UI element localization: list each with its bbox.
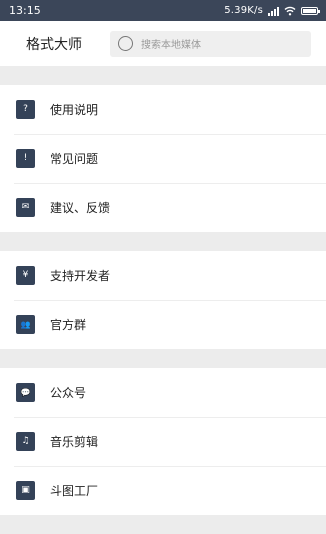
- section-divider: [0, 349, 326, 368]
- menu-item-official-account[interactable]: 💬 公众号: [0, 368, 326, 417]
- wechat-icon: 💬: [16, 383, 35, 402]
- battery-icon: [301, 6, 320, 15]
- menu-item-label: 建议、反馈: [50, 201, 111, 215]
- menu-item-label: 斗图工厂: [50, 484, 99, 498]
- section-divider: [0, 232, 326, 251]
- menu-item-label: 使用说明: [50, 103, 99, 117]
- status-bar: 13:15 5.39K/s: [0, 0, 326, 21]
- section-divider: [0, 515, 326, 534]
- menu-item-label: 支持开发者: [50, 269, 111, 283]
- info-icon: !: [16, 149, 35, 168]
- menu-item-official-group[interactable]: 👥 官方群: [0, 300, 326, 349]
- yuan-icon: ¥: [16, 266, 35, 285]
- menu-group-help: ? 使用说明 ! 常见问题 ✉ 建议、反馈: [0, 85, 326, 232]
- menu-group-support: ¥ 支持开发者 👥 官方群: [0, 251, 326, 349]
- menu-item-label: 公众号: [50, 386, 87, 400]
- app-title: 格式大师: [26, 36, 82, 53]
- status-indicators: 5.39K/s: [224, 5, 320, 16]
- network-speed: 5.39K/s: [224, 5, 263, 16]
- menu-group-more: 💬 公众号 ♫ 音乐剪辑 ▣ 斗图工厂: [0, 368, 326, 515]
- search-icon: [118, 36, 133, 51]
- menu-item-label: 音乐剪辑: [50, 435, 99, 449]
- mail-icon: ✉: [16, 198, 35, 217]
- image-icon: ▣: [16, 481, 35, 500]
- menu-item-support-developer[interactable]: ¥ 支持开发者: [0, 251, 326, 300]
- wifi-icon: [284, 6, 296, 15]
- group-icon: 👥: [16, 315, 35, 334]
- search-bar[interactable]: 搜索本地媒体: [110, 30, 311, 57]
- menu-item-feedback[interactable]: ✉ 建议、反馈: [0, 183, 326, 232]
- menu-item-faq[interactable]: ! 常见问题: [0, 134, 326, 183]
- menu-item-label: 官方群: [50, 318, 87, 332]
- menu-item-label: 常见问题: [50, 152, 99, 166]
- menu-item-music-clip[interactable]: ♫ 音乐剪辑: [0, 417, 326, 466]
- music-icon: ♫: [16, 432, 35, 451]
- status-time: 13:15: [9, 4, 41, 17]
- menu-item-usage-guide[interactable]: ? 使用说明: [0, 85, 326, 134]
- search-placeholder: 搜索本地媒体: [141, 40, 201, 51]
- section-divider: [0, 66, 326, 85]
- signal-icon: [268, 6, 279, 16]
- question-icon: ?: [16, 100, 35, 119]
- menu-item-meme-factory[interactable]: ▣ 斗图工厂: [0, 466, 326, 515]
- app-header: 格式大师 搜索本地媒体: [0, 21, 326, 66]
